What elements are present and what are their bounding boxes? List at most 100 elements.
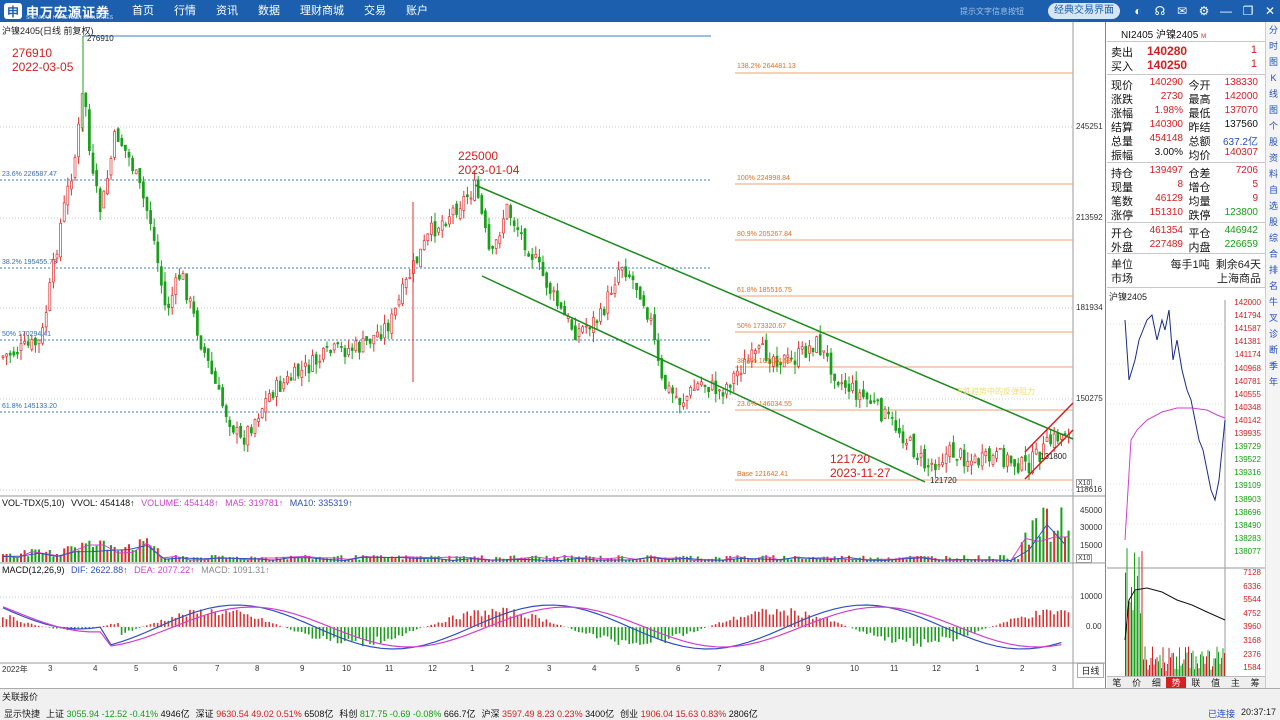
side-toolbar-item[interactable]: 诊 xyxy=(1266,326,1280,342)
macd-bar xyxy=(696,627,699,632)
volume-bar xyxy=(1024,532,1027,562)
candle-body xyxy=(613,284,617,294)
macd-bar xyxy=(927,627,929,643)
side-toolbar-item[interactable]: 选 xyxy=(1266,198,1280,214)
candle-body xyxy=(422,240,426,250)
side-toolbar-item[interactable]: 叉 xyxy=(1266,310,1280,326)
candle-body xyxy=(527,253,530,257)
side-toolbar-item[interactable]: 牛 xyxy=(1266,294,1280,310)
show-shortcut-button[interactable]: 显示快捷 xyxy=(4,707,40,720)
volume-bar xyxy=(977,555,980,562)
index-quote[interactable]: 上证 3055.94 -12.52 -0.41% 4946亿 xyxy=(46,707,190,720)
candle-body xyxy=(5,353,8,357)
side-toolbar-item[interactable]: 自 xyxy=(1266,182,1280,198)
quote-panel-tab[interactable]: 联 xyxy=(1186,677,1206,688)
intraday-volume-bar xyxy=(1213,658,1215,676)
candle-body xyxy=(286,376,289,384)
macd-bar xyxy=(412,627,414,631)
linked-quote[interactable]: 关联报价 xyxy=(2,690,38,703)
restore-icon[interactable]: ❐ xyxy=(1240,3,1256,19)
quote-panel-tab[interactable]: 价 xyxy=(1127,677,1147,688)
candle-body xyxy=(642,295,646,306)
side-toolbar-item[interactable]: 排 xyxy=(1266,262,1280,278)
quote-panel-tab[interactable]: 筹 xyxy=(1245,677,1265,688)
side-toolbar-item[interactable]: K xyxy=(1266,70,1280,86)
macd-bar xyxy=(1038,615,1041,627)
side-toolbar-item[interactable]: 图 xyxy=(1266,102,1280,118)
zoom-x10-volume[interactable]: X10 xyxy=(1076,554,1093,563)
mail-icon[interactable]: ✉ xyxy=(1174,3,1190,19)
macd-bar xyxy=(718,622,720,627)
candle-body xyxy=(545,272,548,288)
index-quote[interactable]: 沪深 3597.49 8.23 0.23% 3400亿 xyxy=(481,707,614,720)
quote-panel-tab[interactable]: 势 xyxy=(1166,677,1186,688)
macd-bar xyxy=(228,612,231,627)
index-name: 沪深 xyxy=(481,708,502,719)
side-toolbar-item[interactable]: 个 xyxy=(1266,118,1280,134)
volume-bar xyxy=(369,557,372,562)
side-toolbar-item[interactable]: 料 xyxy=(1266,166,1280,182)
x-tick: 6 xyxy=(676,664,681,673)
intraday-y-tick: 2376 xyxy=(1243,649,1261,659)
side-toolbar-item[interactable]: 图 xyxy=(1266,54,1280,70)
macd-bar xyxy=(1031,617,1034,627)
macd-bar xyxy=(268,621,270,627)
kline-chart-svg[interactable] xyxy=(0,22,1106,688)
side-toolbar-item[interactable]: 时 xyxy=(1266,38,1280,54)
quote-field-value: 7206 xyxy=(1235,165,1258,176)
settings-icon[interactable]: ⚙ xyxy=(1196,3,1212,19)
side-toolbar-item[interactable]: 股 xyxy=(1266,134,1280,150)
side-toolbar-item[interactable]: 线 xyxy=(1266,86,1280,102)
quote-panel-tab[interactable]: 细 xyxy=(1147,677,1167,688)
macd-bar xyxy=(1060,610,1062,627)
macd-bar xyxy=(272,623,274,627)
nav-trade[interactable]: 交易 xyxy=(354,0,396,22)
headset-icon[interactable]: ☊ xyxy=(1152,3,1168,19)
candle-body xyxy=(178,274,181,280)
vol-y-tick: 45000 xyxy=(1080,506,1103,515)
index-pct: -0.41% xyxy=(129,708,161,719)
side-toolbar-item[interactable]: 断 xyxy=(1266,342,1280,358)
bid-row[interactable]: 买入 140250 1 xyxy=(1111,58,1261,73)
index-quote[interactable]: 创业 1906.04 15.63 0.83% 2806亿 xyxy=(620,707,758,720)
quote-panel-tab[interactable]: 值 xyxy=(1206,677,1226,688)
quote-panel-tab[interactable]: 主 xyxy=(1226,677,1246,688)
index-quote[interactable]: 科创 817.75 -0.69 -0.08% 666.7亿 xyxy=(339,707,475,720)
nav-account[interactable]: 账户 xyxy=(396,0,438,22)
skin-icon[interactable]: ◐ xyxy=(1130,3,1146,19)
classic-trade-button[interactable]: 经典交易界面 xyxy=(1048,3,1120,19)
candle-body xyxy=(898,427,901,434)
minimize-icon[interactable]: — xyxy=(1218,3,1234,19)
volume-bar xyxy=(110,545,112,562)
connected-status: 已连接 xyxy=(1207,709,1235,719)
nav-data[interactable]: 数据 xyxy=(248,0,290,22)
quote-field-value: 140290 xyxy=(1149,77,1183,88)
macd-bar xyxy=(880,627,882,637)
side-toolbar-item[interactable]: 年 xyxy=(1266,374,1280,390)
index-quote[interactable]: 深证 9630.54 49.02 0.51% 6508亿 xyxy=(196,707,334,720)
nav-news[interactable]: 资讯 xyxy=(206,0,248,22)
nav-market[interactable]: 行情 xyxy=(164,0,206,22)
candle-body xyxy=(124,144,127,151)
side-toolbar-item[interactable]: 股 xyxy=(1266,214,1280,230)
close-icon[interactable]: ✕ xyxy=(1262,3,1278,19)
nav-wealth-mall[interactable]: 理财商城 xyxy=(290,0,354,22)
ask-row[interactable]: 卖出 140280 1 xyxy=(1111,44,1261,59)
candle-body xyxy=(818,334,822,355)
side-toolbar-item[interactable]: 分 xyxy=(1266,22,1280,38)
top-hint-text[interactable]: 提示文字信息按钮 xyxy=(960,6,1024,17)
zoom-x10-main[interactable]: X10 xyxy=(1076,479,1093,488)
kline-chart-area[interactable]: 沪镍2405(日线 前复权) 276910 276910 2022-03-05 … xyxy=(0,22,1106,710)
macd-bar xyxy=(1028,618,1030,627)
side-toolbar-item[interactable]: 名 xyxy=(1266,278,1280,294)
nav-home[interactable]: 首页 xyxy=(122,0,164,22)
side-toolbar-item[interactable]: 合 xyxy=(1266,246,1280,262)
macd-bar xyxy=(455,619,458,627)
intraday-y-tick: 5544 xyxy=(1243,595,1261,605)
macd-bar xyxy=(873,627,875,636)
side-toolbar-item[interactable]: 季 xyxy=(1266,358,1280,374)
side-toolbar-item[interactable]: 综 xyxy=(1266,230,1280,246)
quote-panel-tab[interactable]: 笔 xyxy=(1107,677,1127,688)
side-toolbar-item[interactable]: 资 xyxy=(1266,150,1280,166)
period-selector[interactable]: 日线 xyxy=(1077,663,1104,678)
